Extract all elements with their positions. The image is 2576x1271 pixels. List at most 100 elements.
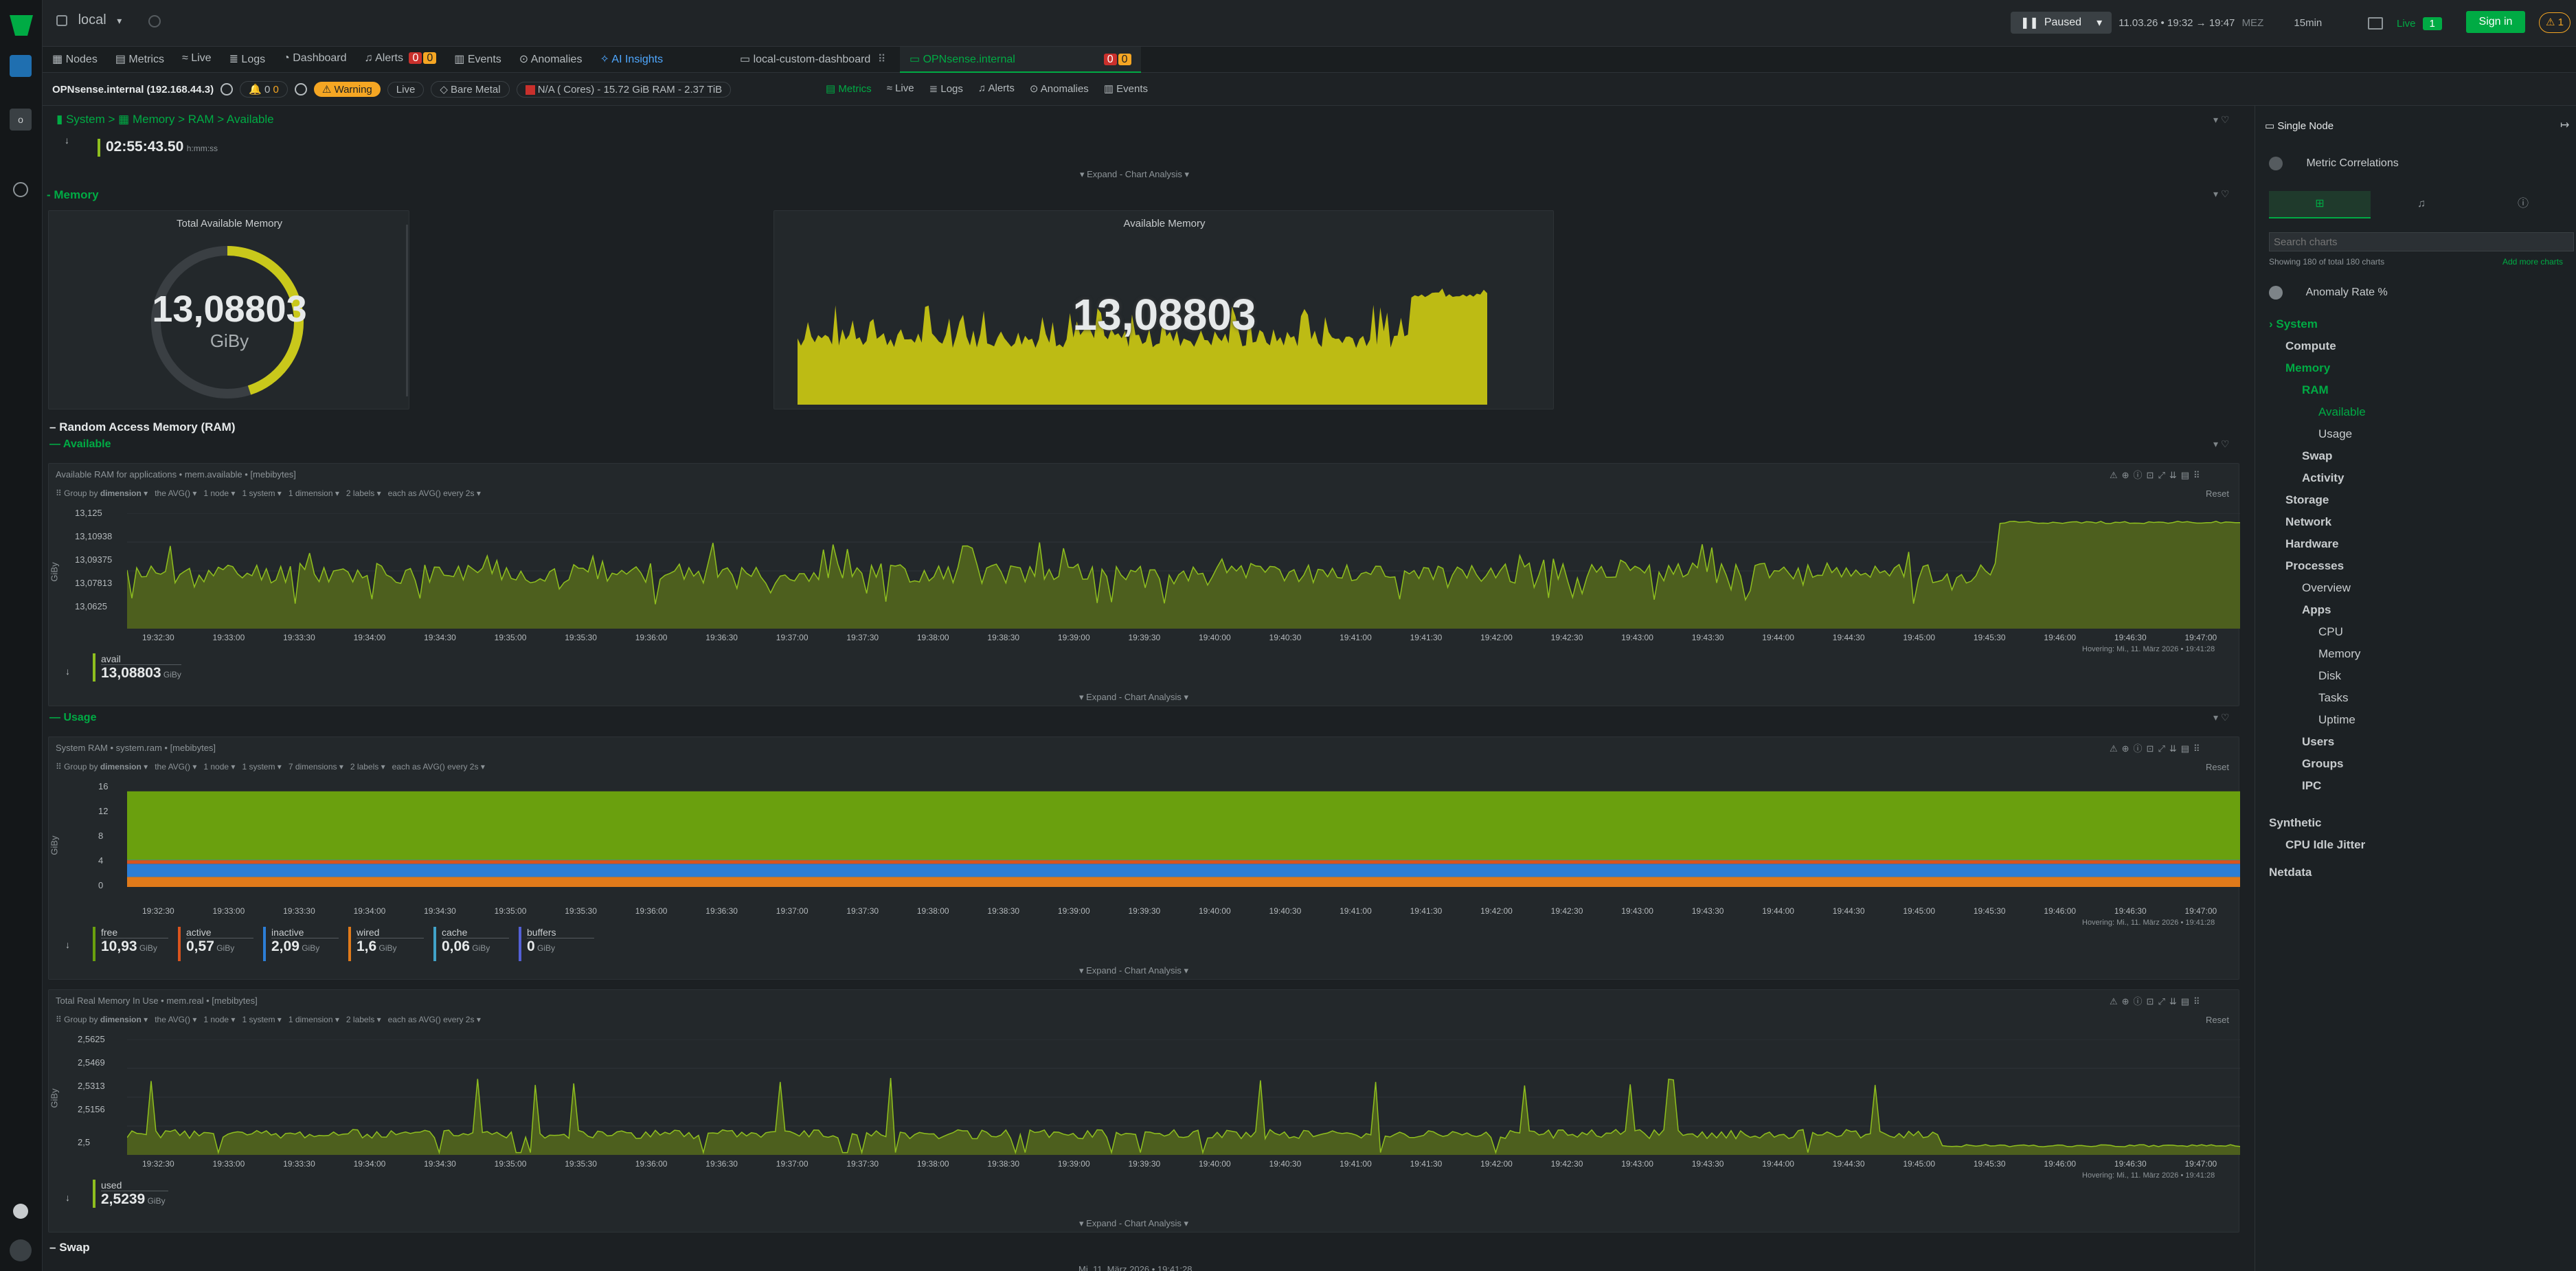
tab-opnsense[interactable]: ▭ OPNsense.internal 00: [900, 47, 1141, 73]
nav-dashboard[interactable]: ◔ Dashboard: [283, 52, 346, 66]
tree-item-ram[interactable]: RAM: [2302, 383, 2329, 397]
add-more-charts-link[interactable]: Add more charts: [2502, 257, 2563, 267]
nav-alerts[interactable]: ♫ Alerts 00: [365, 52, 437, 66]
memory-icon: ▦: [118, 113, 130, 126]
tab-custom-dashboard[interactable]: ▭ local-custom-dashboard ⠿: [740, 52, 885, 66]
node-icon[interactable]: o: [10, 109, 32, 131]
chart-toolbar[interactable]: ⚠⊕ⓘ⊡⤢⇊▤⠿: [2110, 741, 2204, 754]
real-memory-line-chart[interactable]: [127, 1039, 2240, 1155]
tree-item-memory[interactable]: Memory: [2318, 647, 2360, 661]
tree-item-activity[interactable]: Activity: [2302, 471, 2344, 485]
netdata-logo-icon[interactable]: [8, 14, 34, 37]
nav-live[interactable]: ≈ Live: [182, 52, 212, 66]
live-indicator[interactable]: Live 1: [2368, 14, 2442, 33]
gear-icon[interactable]: [294, 83, 307, 95]
legend-item-wired[interactable]: wired 1,6 GiBy: [348, 927, 424, 961]
reset-button[interactable]: Reset: [2206, 762, 2229, 772]
tree-item-disk[interactable]: Disk: [2318, 669, 2341, 683]
nav-anomalies[interactable]: ⊙ Anomalies: [519, 52, 583, 66]
legend-item-avail[interactable]: avail 13,08803 GiBy: [93, 653, 181, 682]
expand-chart-analysis[interactable]: ▾ Expand - Chart Analysis ▾: [1079, 1218, 1188, 1229]
tree-item-netdata[interactable]: Netdata: [2269, 866, 2312, 879]
chart-controls[interactable]: ⠿ Group by dimension ▾ the AVG() ▾ 1 nod…: [56, 762, 485, 772]
tree-item-synthetic[interactable]: Synthetic: [2269, 816, 2322, 830]
tree-item-compute[interactable]: Compute: [2285, 339, 2336, 353]
legend-item-used[interactable]: used 2,5239 GiBy: [93, 1180, 168, 1208]
space-selector[interactable]: local ▾: [56, 12, 122, 33]
tree-item-memory[interactable]: Memory: [2285, 361, 2330, 375]
chart-controls[interactable]: ⠿ Group by dimension ▾ the AVG() ▾ 1 nod…: [56, 1015, 481, 1024]
nav-events[interactable]: ▥ Events: [454, 52, 501, 66]
breadcrumb-path[interactable]: Memory > RAM > Available: [133, 113, 274, 126]
subtab-metrics[interactable]: ▤ Metrics: [826, 82, 872, 95]
tree-item-hardware[interactable]: Hardware: [2285, 537, 2338, 551]
section-menu-icon[interactable]: ▾ ♡: [2213, 438, 2229, 450]
subtab-anomalies[interactable]: ⊙ Anomalies: [1030, 82, 1089, 95]
legend-item-active[interactable]: active 0,57 GiBy: [178, 927, 253, 961]
nav-ai-insights[interactable]: ✧ AI Insights: [600, 52, 663, 66]
chart-toolbar[interactable]: ⚠⊕ⓘ⊡⤢⇊▤⠿: [2110, 468, 2204, 481]
section-menu-icon[interactable]: ▾ ♡: [2213, 188, 2229, 200]
breadcrumb-root[interactable]: System: [66, 113, 105, 126]
nav-nodes[interactable]: ▦ Nodes: [52, 52, 98, 66]
subtab-live[interactable]: ≈ Live: [887, 82, 914, 95]
memory-section-title: - Memory: [47, 188, 99, 201]
tree-item-tasks[interactable]: Tasks: [2318, 691, 2348, 705]
space-settings-icon[interactable]: [148, 15, 161, 27]
warning-tag[interactable]: ⚠ Warning: [313, 82, 381, 97]
metric-correlations-toggle[interactable]: Metric Correlations: [2269, 157, 2399, 170]
pause-button[interactable]: ❚❚ Paused ▾: [2011, 12, 2112, 34]
usage-stacked-chart[interactable]: [127, 787, 2240, 887]
tree-item-ipc[interactable]: IPC: [2302, 779, 2321, 793]
section-menu-icon[interactable]: ▾ ♡: [2213, 712, 2229, 723]
legend-item-inactive[interactable]: inactive 2,09 GiBy: [263, 927, 339, 961]
settings-icon[interactable]: [13, 182, 28, 197]
warning-badge[interactable]: ⚠ 1: [2539, 12, 2571, 33]
tree-item-cpu-idle-jitter[interactable]: CPU Idle Jitter: [2285, 838, 2365, 852]
subtab-logs[interactable]: ≣ Logs: [929, 82, 963, 95]
legend-item-buffers[interactable]: buffers 0 GiBy: [519, 927, 594, 961]
reset-button[interactable]: Reset: [2206, 1015, 2229, 1025]
chart-controls[interactable]: ⠿ Group by dimension ▾ the AVG() ▾ 1 nod…: [56, 488, 481, 498]
tree-item-users[interactable]: Users: [2302, 735, 2334, 749]
nav-metrics[interactable]: ▤ Metrics: [115, 52, 164, 66]
tree-item-processes[interactable]: Processes: [2285, 559, 2344, 573]
collapse-panel-icon[interactable]: ↦: [2560, 118, 2569, 132]
tab-info[interactable]: ⓘ: [2472, 191, 2574, 218]
subtab-events[interactable]: ▥ Events: [1104, 82, 1148, 95]
expand-chart-analysis[interactable]: ▾ Expand - Chart Analysis ▾: [1079, 965, 1188, 976]
tree-item-cpu[interactable]: CPU: [2318, 625, 2343, 639]
hover-label: Hovering: Mi., 11. März 2026 • 19:41:28: [2082, 645, 2215, 653]
anomaly-rate-toggle[interactable]: Anomaly Rate %: [2269, 286, 2388, 300]
nav-logs[interactable]: ≣ Logs: [229, 52, 266, 66]
help-icon[interactable]: [13, 1204, 28, 1219]
available-line-chart[interactable]: [127, 513, 2240, 629]
search-charts-input[interactable]: [2269, 232, 2574, 251]
tree-item-swap[interactable]: Swap: [2302, 449, 2332, 463]
tree-item-network[interactable]: Network: [2285, 515, 2331, 529]
tab-alerts[interactable]: ♫: [2371, 191, 2472, 218]
tree-item-uptime[interactable]: Uptime: [2318, 713, 2355, 727]
node-alert-counts[interactable]: 🔔 0 0: [240, 81, 288, 98]
legend-item-cache[interactable]: cache 0,06 GiBy: [433, 927, 509, 961]
avatar[interactable]: [10, 1239, 32, 1261]
tree-item-available[interactable]: Available: [2318, 405, 2366, 419]
tree-item-usage[interactable]: Usage: [2318, 427, 2352, 441]
tree-item-groups[interactable]: Groups: [2302, 757, 2343, 771]
reset-button[interactable]: Reset: [2206, 488, 2229, 499]
tree-item-apps[interactable]: Apps: [2302, 603, 2331, 617]
info-icon[interactable]: [221, 83, 234, 95]
tree-item-system[interactable]: › System: [2269, 317, 2318, 331]
legend-item-free[interactable]: free 10,93 GiBy: [93, 927, 168, 961]
chart-toolbar[interactable]: ⚠⊕ⓘ⊡⤢⇊▤⠿: [2110, 994, 2204, 1007]
space-icon[interactable]: [10, 55, 32, 77]
subtab-alerts[interactable]: ♫ Alerts: [978, 82, 1015, 95]
tree-item-overview[interactable]: Overview: [2302, 581, 2351, 595]
tree-item-storage[interactable]: Storage: [2285, 493, 2329, 507]
sign-in-button[interactable]: Sign in: [2466, 11, 2525, 33]
time-range[interactable]: 11.03.26 • 19:32 → 19:47 MEZ 15min: [2119, 17, 2322, 29]
expand-chart-analysis[interactable]: ▾ Expand - Chart Analysis ▾: [1080, 169, 1189, 180]
expand-chart-analysis[interactable]: ▾ Expand - Chart Analysis ▾: [1079, 692, 1188, 703]
tab-charts[interactable]: ⊞: [2269, 191, 2371, 218]
section-menu-icon[interactable]: ▾ ♡: [2213, 114, 2229, 126]
